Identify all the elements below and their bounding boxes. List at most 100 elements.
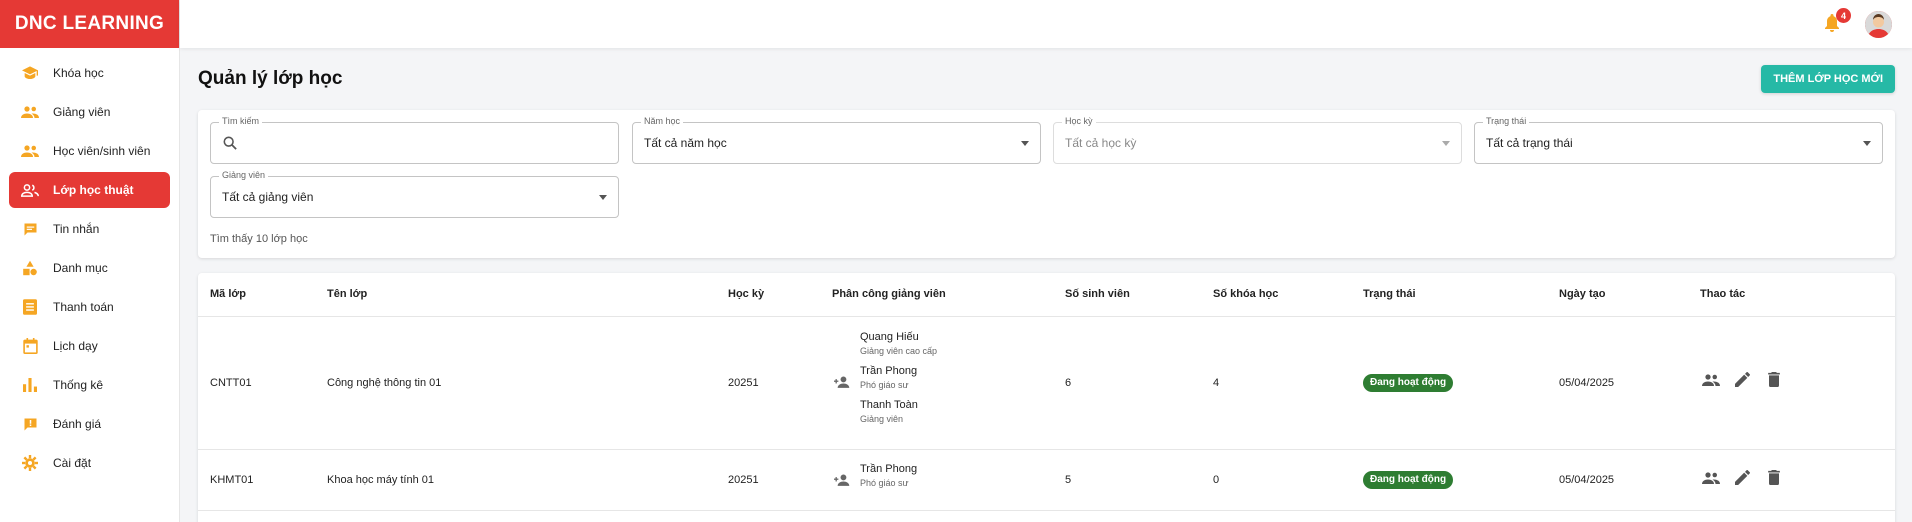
academic-year-value: Tất cả năm học (644, 136, 727, 150)
sidebar-item-teachers[interactable]: Giảng viên (9, 94, 170, 130)
chevron-down-icon (1863, 141, 1871, 146)
status-label: Trạng thái (1483, 116, 1530, 126)
sidebar-item-label: Tin nhắn (53, 222, 100, 236)
sidebar-item-settings[interactable]: Cài đặt (9, 445, 170, 481)
chevron-down-icon (599, 195, 607, 200)
teacher-list: Trần Phong Phó giáo sư (860, 463, 917, 497)
assign-teacher-icon[interactable] (834, 376, 850, 391)
created-date: 05/04/2025 (1559, 474, 1615, 486)
column-header[interactable]: Học kỳ (728, 288, 764, 300)
status-badge: Đang hoạt động (1363, 374, 1454, 392)
sidebar-item-label: Học viên/sinh viên (53, 144, 151, 158)
column-header[interactable]: Mã lớp (210, 288, 246, 300)
teacher-role: Phó giáo sư (860, 478, 909, 488)
semester-select[interactable]: Học kỳ Tất cả học kỳ (1053, 116, 1462, 164)
sidebar-item-label: Thanh toán (53, 300, 114, 314)
column-header[interactable]: Ngày tạo (1559, 288, 1605, 300)
edit-icon[interactable] (1735, 372, 1753, 390)
teacher-value: Tất cả giảng viên (222, 190, 314, 204)
class-semester: 20251 (728, 377, 759, 389)
course-count: 0 (1213, 474, 1220, 486)
column-header[interactable]: Thao tác (1700, 288, 1745, 300)
table-row[interactable]: CNTT01 Công nghệ thông tin 01 20251 Quan… (198, 317, 1895, 450)
course-count: 4 (1213, 377, 1220, 389)
sidebar-item-schedule[interactable]: Lịch dạy (9, 328, 170, 364)
column-header[interactable]: Tên lớp (327, 288, 367, 300)
status-select[interactable]: Trạng thái Tất cả trạng thái (1474, 116, 1883, 164)
calendar-icon (21, 337, 39, 355)
add-class-button[interactable]: THÊM LỚP HỌC MỚI (1761, 65, 1895, 93)
manage-students-icon[interactable] (1702, 472, 1720, 490)
teacher-name: Trần Phong (860, 463, 918, 475)
student-count: 6 (1065, 377, 1072, 389)
assign-teacher-icon[interactable] (834, 474, 850, 489)
column-header[interactable]: Số sinh viên (1065, 288, 1130, 300)
teacher-role: Giảng viên cao cấp (860, 346, 938, 356)
category-icon (21, 259, 39, 277)
search-label: Tìm kiếm (219, 116, 262, 126)
sidebar-item-label: Khóa học (53, 66, 104, 80)
search-field[interactable]: Tìm kiếm (210, 116, 619, 164)
sidebar-item-label: Giảng viên (53, 105, 111, 119)
teacher-name: Thanh Toàn (860, 399, 918, 411)
teacher-label: Giảng viên (219, 170, 269, 180)
sidebar-nav: Khóa học Giảng viên Học viên/sinh viên L… (0, 48, 179, 481)
feedback-icon (21, 415, 39, 433)
sidebar: DNC LEARNING Khóa học Giảng viên Học viê… (0, 0, 180, 522)
column-header[interactable]: Trạng thái (1363, 288, 1416, 300)
page-header: Quản lý lớp học THÊM LỚP HỌC MỚI (198, 48, 1895, 110)
sidebar-item-statistics[interactable]: Thống kê (9, 367, 170, 403)
chat-icon (21, 220, 39, 238)
sidebar-item-messages[interactable]: Tin nhắn (9, 211, 170, 247)
teacher-name: Trần Phong (860, 365, 918, 377)
class-name: Khoa học máy tính 01 (327, 474, 435, 486)
classes-table: Mã lớp Tên lớp Học kỳ Phân công giảng vi… (198, 273, 1895, 522)
sidebar-item-academic-classes[interactable]: Lớp học thuật (9, 172, 170, 208)
academic-year-select[interactable]: Năm học Tất cả năm học (632, 116, 1041, 164)
graduation-cap-icon (21, 64, 39, 82)
sidebar-item-categories[interactable]: Danh mục (9, 250, 170, 286)
search-icon (223, 136, 237, 153)
chevron-down-icon (1021, 141, 1029, 146)
sidebar-item-reviews[interactable]: Đánh giá (9, 406, 170, 442)
sidebar-item-label: Lớp học thuật (53, 183, 134, 197)
people-icon (21, 142, 39, 160)
sidebar-item-payments[interactable]: Thanh toán (9, 289, 170, 325)
teacher-role: Giảng viên (860, 414, 904, 424)
receipt-icon (21, 298, 39, 316)
semester-label: Học kỳ (1062, 116, 1096, 126)
academic-year-label: Năm học (641, 116, 684, 126)
class-name: Công nghệ thông tin 01 (327, 377, 442, 389)
table-header: Mã lớp Tên lớp Học kỳ Phân công giảng vi… (198, 273, 1895, 317)
delete-icon[interactable] (1768, 470, 1786, 488)
sidebar-item-label: Lịch dạy (53, 339, 98, 353)
gear-icon (21, 454, 39, 472)
manage-students-icon[interactable] (1702, 374, 1720, 392)
teacher-entry: Trần Phong Phó giáo sư (860, 463, 917, 488)
result-count: Tìm thấy 10 lớp học (210, 233, 308, 245)
brand-logo[interactable]: DNC LEARNING (0, 0, 179, 48)
semester-value: Tất cả học kỳ (1065, 136, 1137, 150)
filter-panel: Tìm kiếm Năm học Tất cả năm học Học kỳ T… (198, 110, 1895, 258)
sidebar-item-label: Thống kê (53, 378, 104, 392)
avatar[interactable] (1865, 11, 1892, 38)
sidebar-item-courses[interactable]: Khóa học (9, 55, 170, 91)
notification-badge: 4 (1836, 8, 1851, 23)
teacher-entry: Quang Hiếu Giảng viên cao cấp (860, 331, 937, 356)
class-code: KHMT01 (210, 474, 254, 486)
delete-icon[interactable] (1768, 372, 1786, 390)
teacher-list: Quang Hiếu Giảng viên cao cấp Trần Phong… (860, 331, 937, 433)
column-header[interactable]: Phân công giảng viên (832, 288, 946, 300)
sidebar-item-students[interactable]: Học viên/sinh viên (9, 133, 170, 169)
class-semester: 20251 (728, 474, 759, 486)
page-title: Quản lý lớp học (198, 68, 343, 89)
teacher-entry: Thanh Toàn Giảng viên (860, 399, 937, 424)
teacher-role: Phó giáo sư (860, 380, 909, 390)
teacher-name: Quang Hiếu (860, 331, 919, 343)
column-header[interactable]: Số khóa học (1213, 288, 1278, 300)
edit-icon[interactable] (1735, 470, 1753, 488)
table-row[interactable]: KHMT01 Khoa học máy tính 01 20251 Trần P… (198, 450, 1895, 511)
teacher-select[interactable]: Giảng viên Tất cả giảng viên (210, 170, 619, 218)
status-value: Tất cả trạng thái (1486, 136, 1573, 150)
people-icon (21, 103, 39, 121)
